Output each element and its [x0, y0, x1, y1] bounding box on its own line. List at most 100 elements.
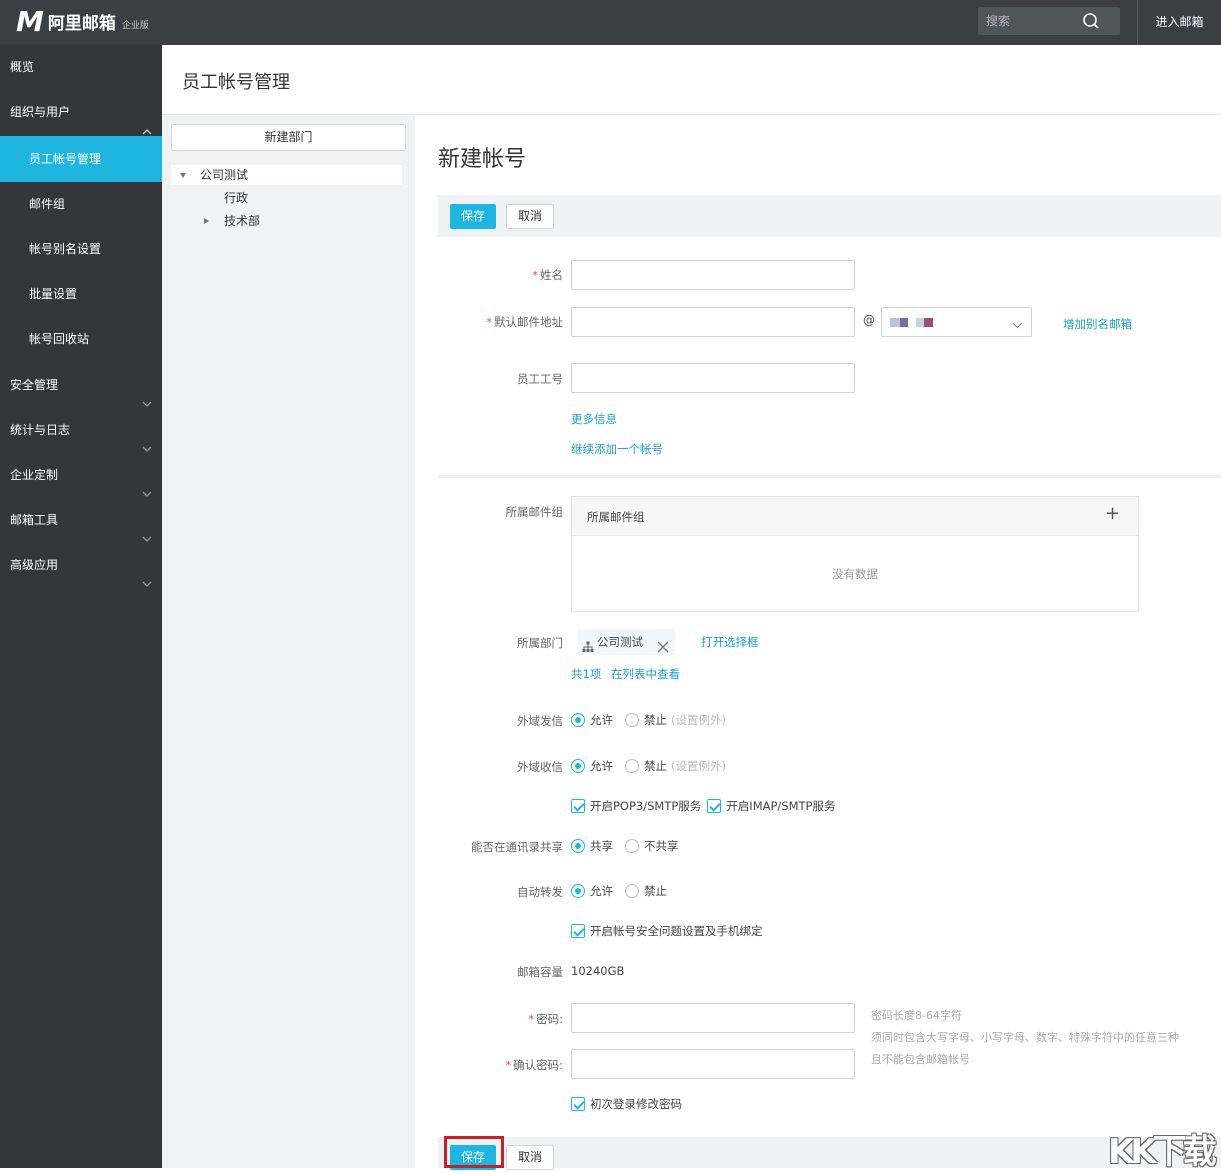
cancel-button[interactable]: 取消 [506, 204, 555, 229]
enter-mailbox-button[interactable]: 进入邮箱 [1137, 0, 1221, 45]
confirm-password-label: * 确认密码: [505, 1057, 563, 1073]
required-mark: * [532, 268, 538, 282]
auto-forward-allow-radio[interactable] [571, 884, 585, 898]
imap-smtp-checkbox[interactable] [707, 799, 722, 813]
no-share-radio[interactable] [625, 839, 639, 853]
cancel-button-bottom[interactable]: 取消 [506, 1145, 555, 1170]
external-receive-deny-radio[interactable] [625, 759, 639, 773]
new-department-button[interactable]: 新建部门 [171, 124, 406, 151]
imap-smtp-label: 开启IMAP/SMTP服务 [726, 799, 836, 813]
sidebar-item-advanced[interactable]: 高级应用 [0, 543, 162, 588]
logo-edition: 企业版 [121, 21, 149, 31]
first-login-change-checkbox[interactable] [571, 1097, 585, 1111]
open-selector-link[interactable]: 打开选择框 [701, 634, 759, 650]
count-link[interactable]: 共1项 [571, 666, 601, 682]
domain-redacted-2 [900, 318, 908, 327]
department-label: 所属部门 [517, 636, 563, 650]
share-radio[interactable] [571, 839, 585, 853]
sidebar-item-mail-groups[interactable]: 邮件组 [0, 182, 162, 227]
sidebar-item-mail-tools[interactable]: 邮箱工具 [0, 498, 162, 543]
auto-forward-options: 允许 禁止 [571, 883, 667, 899]
name-label: * 姓名 [532, 267, 563, 283]
view-in-list-link[interactable]: 在列表中查看 [611, 666, 680, 682]
external-receive-options: 允许 禁止 (设置例外) [571, 758, 726, 774]
logo[interactable]: M 阿里邮箱 企业版 [16, 7, 149, 37]
capacity-value: 10240GB [571, 964, 625, 978]
password-hint-line: 须同时包含大写字母、小写字母、数字、特殊字符中的任意三种 [871, 1031, 1179, 1044]
password-hint-line: 密码长度8-64字符 [871, 1009, 962, 1022]
sidebar-item-batch-settings[interactable]: 批量设置 [0, 272, 162, 317]
external-send-deny-radio[interactable] [625, 713, 639, 727]
save-button[interactable]: 保存 [450, 204, 497, 229]
domain-redacted-3 [916, 318, 924, 327]
email-local-input[interactable] [571, 307, 855, 337]
department-tree-panel: 新建部门 公司测试 行政 技术部 [162, 115, 415, 1168]
employee-id-input[interactable] [571, 363, 855, 393]
capacity-label: 邮箱容量 [517, 965, 563, 979]
bottom-action-bar: 保存 取消 [438, 1137, 1221, 1170]
share-option-label: 共享 [590, 839, 613, 853]
first-login-change-label: 初次登录修改密码 [590, 1097, 682, 1111]
close-icon[interactable] [657, 636, 669, 662]
first-login-option: 初次登录修改密码 [571, 1096, 682, 1112]
password-hint-line: 且不能包含邮箱帐号 [871, 1053, 970, 1066]
continue-add-link[interactable]: 继续添加一个帐号 [571, 441, 663, 457]
email-label: * 默认邮件地址 [486, 314, 563, 330]
security-bind-checkbox[interactable] [571, 924, 585, 938]
password-hint: 密码长度8-64字符 须同时包含大写字母、小写字母、数字、特殊字符中的任意三种 … [871, 1005, 1179, 1071]
add-alias-link[interactable]: 增加别名邮箱 [1063, 316, 1132, 332]
mail-group-header: 所属邮件组 + [572, 497, 1138, 536]
tree-node-admin[interactable]: 行政 [224, 188, 248, 208]
deny-label: 禁止 [644, 713, 667, 727]
search-box [978, 7, 1120, 35]
sidebar-item-label: 概览 [10, 60, 35, 74]
mail-group-label: 所属邮件组 [505, 505, 564, 519]
sidebar-item-label: 高级应用 [10, 558, 59, 572]
password-label: * 密码: [528, 1011, 563, 1027]
sidebar-item-org-users[interactable]: 组织与用户 [0, 89, 162, 135]
caret-down-icon[interactable] [180, 173, 186, 178]
sidebar-item-overview[interactable]: 概览 [0, 45, 162, 89]
mail-group-header-label: 所属邮件组 [587, 510, 645, 524]
top-bar: M 阿里邮箱 企业版 进入邮箱 [0, 0, 1221, 45]
search-input[interactable] [978, 7, 1088, 35]
sidebar-item-account-alias[interactable]: 帐号别名设置 [0, 227, 162, 272]
pop3-smtp-label: 开启POP3/SMTP服务 [590, 799, 702, 813]
name-label-text: 姓名 [540, 268, 563, 282]
external-receive-allow-radio[interactable] [571, 759, 585, 773]
mail-group-table: 所属邮件组 + 没有数据 [571, 496, 1139, 612]
allow-label: 允许 [590, 759, 613, 773]
sidebar-item-employee-accounts[interactable]: 员工帐号管理 [0, 136, 162, 182]
password-input[interactable] [571, 1003, 855, 1033]
sidebar-item-label: 帐号回收站 [29, 332, 90, 346]
tree-node-company[interactable]: 公司测试 [200, 165, 248, 185]
share-options: 共享 不共享 [571, 838, 679, 854]
name-input[interactable] [571, 260, 855, 290]
domain-select[interactable] [881, 307, 1032, 337]
caret-right-icon[interactable] [204, 218, 209, 224]
sidebar-item-label: 安全管理 [10, 378, 59, 392]
domain-redacted-4 [924, 318, 933, 327]
pop3-smtp-checkbox[interactable] [571, 799, 585, 813]
plus-icon[interactable]: + [1105, 503, 1120, 524]
highlight-box [444, 1136, 504, 1168]
tree-node-tech[interactable]: 技术部 [224, 211, 260, 231]
deny-label: 禁止 [644, 884, 667, 898]
set-exception-link[interactable]: (设置例外) [671, 712, 726, 728]
external-send-allow-radio[interactable] [571, 713, 585, 727]
at-sign: @ [863, 313, 875, 327]
sidebar-item-stats-logs[interactable]: 统计与日志 [0, 408, 162, 453]
sidebar-item-label: 统计与日志 [10, 423, 71, 437]
confirm-password-input[interactable] [571, 1049, 855, 1079]
more-info-link[interactable]: 更多信息 [571, 411, 617, 427]
set-exception-link[interactable]: (设置例外) [671, 758, 726, 774]
sidebar-item-security[interactable]: 安全管理 [0, 363, 162, 408]
sidebar-item-recycle-bin[interactable]: 帐号回收站 [0, 317, 162, 362]
auto-forward-deny-radio[interactable] [625, 884, 639, 898]
sidebar-item-enterprise-custom[interactable]: 企业定制 [0, 453, 162, 498]
search-icon[interactable] [1082, 12, 1100, 33]
sidebar-item-label: 员工帐号管理 [29, 152, 102, 166]
top-action-bar: 保存 取消 [438, 195, 1221, 237]
empty-state: 没有数据 [832, 567, 878, 581]
department-tag: 公司测试 [578, 629, 675, 655]
